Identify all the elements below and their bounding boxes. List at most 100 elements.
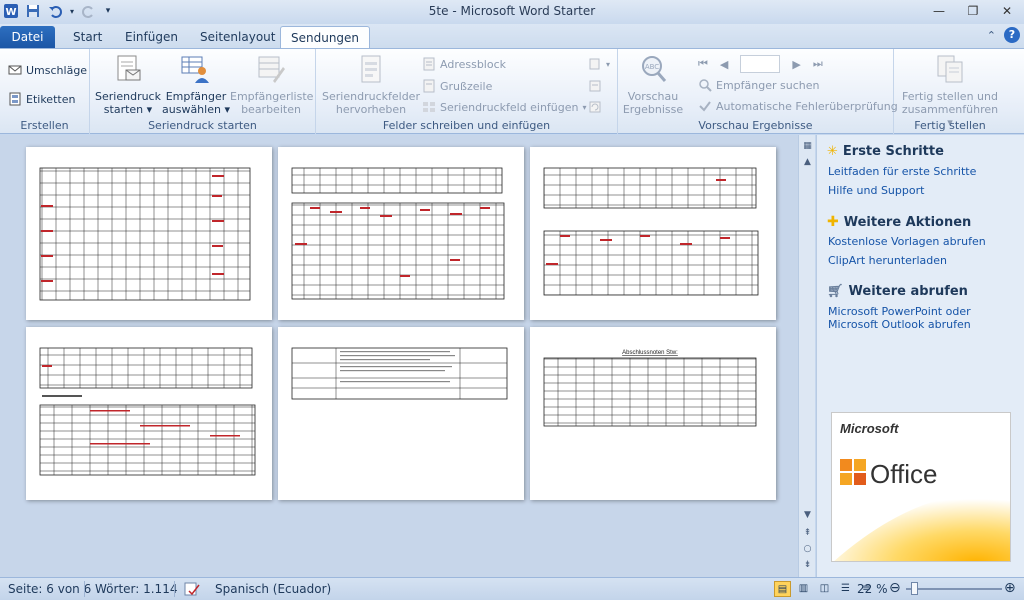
- zoom-in-icon[interactable]: ⊕: [1004, 580, 1016, 596]
- tab-einfuegen[interactable]: Einfügen: [115, 26, 188, 48]
- fehlerpruefung-button[interactable]: Automatische Fehlerüberprüfung: [698, 97, 898, 115]
- sparkle-icon: ✳: [827, 144, 838, 159]
- record-navigation: ⏮ ◀ ▶ ⏭: [698, 55, 823, 73]
- print-layout-view-icon[interactable]: ▤: [774, 581, 791, 597]
- page-3[interactable]: [530, 147, 776, 320]
- vorlagen-link[interactable]: Kostenlose Vorlagen abrufen: [828, 235, 1018, 248]
- next-record-icon[interactable]: ▶: [792, 58, 800, 71]
- svg-text:ABC: ABC: [645, 63, 659, 71]
- first-record-icon[interactable]: ⏮: [698, 57, 708, 71]
- previous-page-icon[interactable]: ⇞: [799, 528, 816, 538]
- group-erstellen: Umschläge Etiketten Erstellen: [0, 49, 90, 134]
- page-5[interactable]: [278, 327, 524, 500]
- tab-datei[interactable]: Datei: [0, 26, 55, 48]
- cart-icon: 🛒︎: [827, 284, 844, 299]
- greeting-line-icon: [423, 79, 435, 93]
- empfaenger-suchen-button[interactable]: Empfänger suchen: [698, 76, 819, 94]
- scroll-up-icon[interactable]: ▲: [799, 157, 816, 167]
- minimize-button[interactable]: —: [922, 0, 956, 22]
- page-1[interactable]: [26, 147, 272, 320]
- ad-office-text: Office: [870, 459, 937, 489]
- tab-sendungen[interactable]: Sendungen: [280, 26, 371, 48]
- tab-seitenlayout[interactable]: Seitenlayout: [190, 26, 285, 48]
- browse-object-icon[interactable]: ○: [799, 544, 816, 554]
- group-label-erstellen: Erstellen: [20, 119, 69, 132]
- close-button[interactable]: ✕: [990, 0, 1024, 22]
- ad-microsoft-text: Microsoft: [840, 421, 899, 436]
- tab-start[interactable]: Start: [63, 26, 112, 48]
- clipart-link[interactable]: ClipArt herunterladen: [828, 254, 1018, 267]
- finish-merge-icon: [937, 55, 963, 83]
- page-count[interactable]: Seite: 6 von 6: [8, 582, 91, 596]
- seriendruckfelder-hervorheben-button[interactable]: Seriendruckfelder hervorheben: [320, 53, 422, 116]
- scroll-down-icon[interactable]: ▼: [799, 510, 816, 520]
- preview-results-icon: ABC: [642, 56, 667, 82]
- update-labels-button[interactable]: [588, 98, 602, 116]
- vertical-scrollbar[interactable]: ▦ ▲ ▼ ⇞ ○ ⇟: [798, 135, 815, 577]
- labels-icon: [9, 92, 21, 106]
- last-record-icon[interactable]: ⏭: [813, 57, 823, 71]
- proofing-icon[interactable]: [184, 582, 200, 599]
- group-label-vorschau: Vorschau Ergebnisse: [698, 119, 813, 132]
- match-fields-icon: [589, 80, 601, 92]
- language-indicator[interactable]: Spanisch (Ecuador): [215, 582, 331, 596]
- ribbon: Umschläge Etiketten Erstellen Seriendruc…: [0, 48, 1024, 134]
- ruler-toggle-icon[interactable]: ▦: [799, 141, 816, 151]
- web-layout-view-icon[interactable]: ◫: [816, 581, 833, 597]
- task-pane: ✳ Erste Schritte Leitfaden für erste Sch…: [816, 135, 1024, 577]
- mail-merge-icon: [117, 55, 141, 81]
- minimize-ribbon-icon[interactable]: ⌃: [987, 29, 996, 42]
- find-recipient-icon: [699, 79, 712, 92]
- previous-record-icon[interactable]: ◀: [720, 58, 728, 71]
- update-labels-icon: [589, 101, 601, 113]
- plus-icon: ✚: [827, 214, 839, 230]
- help-icon[interactable]: ?: [1004, 27, 1020, 43]
- vorschau-ergebnisse-button[interactable]: ABC Vorschau Ergebnisse: [620, 53, 686, 116]
- seriendruckfeld-einfuegen-button[interactable]: Seriendruckfeld einfügen ▾: [422, 98, 587, 116]
- outline-view-icon[interactable]: ☰: [837, 581, 854, 597]
- powerpoint-outlook-link[interactable]: Microsoft PowerPoint oder Microsoft Outl…: [828, 305, 1018, 331]
- weitere-abrufen-heading: 🛒︎ Weitere abrufen: [827, 284, 968, 299]
- fertig-stellen-button[interactable]: Fertig stellen und zusammenführen ▾: [898, 53, 1002, 129]
- document-area[interactable]: Abschlussnoten Stw:: [0, 135, 798, 577]
- zoom-slider-thumb[interactable]: [911, 582, 918, 595]
- next-page-icon[interactable]: ⇟: [799, 560, 816, 570]
- record-number-input[interactable]: [740, 55, 781, 73]
- page-4[interactable]: [26, 327, 272, 500]
- rules-icon: [589, 58, 600, 70]
- group-label-fertig-stellen: Fertig stellen: [914, 119, 986, 132]
- grusszeile-button[interactable]: Grußzeile: [422, 77, 492, 95]
- page-6[interactable]: Abschlussnoten Stw:: [530, 327, 776, 500]
- edit-list-icon: [258, 56, 285, 83]
- word-count[interactable]: Wörter: 1.114: [95, 582, 177, 596]
- office-logo-graphic: Microsoft Office: [832, 413, 1010, 561]
- page-6-heading: Abschlussnoten Stw:: [622, 350, 678, 356]
- rules-button[interactable]: ▾: [588, 55, 610, 73]
- group-felder: Seriendruckfelder hervorheben Adressbloc…: [316, 49, 618, 134]
- window-title: 5te - Microsoft Word Starter: [428, 4, 596, 18]
- zoom-level[interactable]: 22 %: [857, 582, 888, 596]
- erste-schritte-heading: ✳ Erste Schritte: [827, 144, 944, 159]
- empfaenger-auswaehlen-button[interactable]: Empfänger auswählen ▾: [162, 53, 230, 116]
- office-ad[interactable]: Microsoft Office: [831, 412, 1011, 562]
- zoom-slider[interactable]: [906, 588, 1002, 590]
- leitfaden-link[interactable]: Leitfaden für erste Schritte: [828, 165, 1018, 178]
- etiketten-button[interactable]: Etiketten: [8, 90, 75, 108]
- hilfe-link[interactable]: Hilfe und Support: [828, 184, 1018, 197]
- pages-canvas: Abschlussnoten Stw:: [26, 147, 776, 500]
- group-vorschau: ABC Vorschau Ergebnisse ⏮ ◀ ▶ ⏭ Empfänge…: [618, 49, 898, 134]
- umschlaege-button[interactable]: Umschläge: [8, 61, 87, 79]
- restore-button[interactable]: ❐: [956, 0, 990, 22]
- match-fields-button[interactable]: [588, 77, 602, 95]
- seriendruck-starten-button[interactable]: Seriendruck starten ▾: [94, 53, 162, 116]
- error-check-icon: [699, 101, 711, 112]
- page-2[interactable]: [278, 147, 524, 320]
- empfaengerliste-bearbeiten-button[interactable]: Empfängerliste bearbeiten: [230, 53, 313, 116]
- zoom-out-icon[interactable]: ⊖: [889, 580, 901, 596]
- ribbon-tabs: Datei Start Einfügen Seitenlayout Sendun…: [0, 24, 1024, 48]
- group-seriendruck-starten: Seriendruck starten ▾ Empfänger auswähle…: [90, 49, 316, 134]
- highlight-fields-icon: [361, 55, 381, 83]
- reading-view-icon[interactable]: ▥: [795, 581, 812, 597]
- adressblock-button[interactable]: Adressblock: [422, 55, 506, 73]
- weitere-aktionen-heading: ✚ Weitere Aktionen: [827, 214, 972, 230]
